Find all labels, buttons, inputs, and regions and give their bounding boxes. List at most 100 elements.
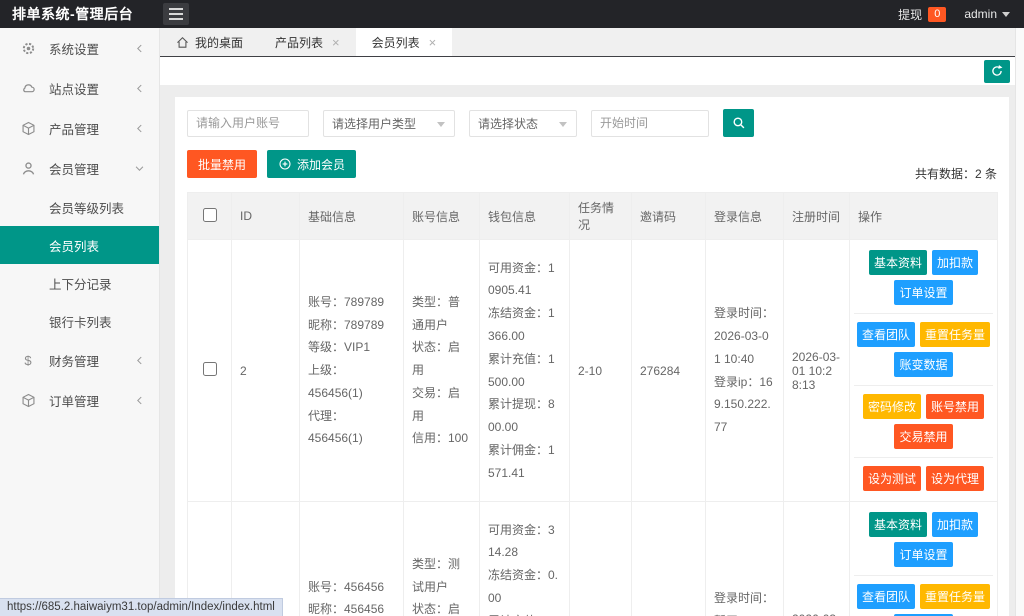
batch-disable-button[interactable]: 批量禁用: [187, 150, 257, 178]
refresh-icon: [990, 64, 1004, 78]
sidebar-item-updown-records[interactable]: 上下分记录: [0, 264, 159, 302]
tab-label: 我的桌面: [195, 34, 243, 51]
tab-label: 产品列表: [275, 34, 323, 51]
op-button[interactable]: 查看团队: [857, 322, 915, 347]
chevron-down-icon: [134, 163, 145, 174]
op-button[interactable]: 订单设置: [894, 280, 952, 305]
user-menu[interactable]: admin: [964, 7, 1010, 21]
username: admin: [964, 7, 997, 21]
sidebar-item-member-management[interactable]: 会员管理: [0, 148, 159, 188]
cube-icon: [20, 120, 36, 136]
operation-group: 设为测试设为代理: [854, 458, 993, 499]
select-all-checkbox[interactable]: [203, 208, 217, 222]
plus-circle-icon: [278, 157, 292, 171]
scrollbar-track[interactable]: [1015, 28, 1024, 616]
sidebar-item-site-settings[interactable]: 站点设置: [0, 68, 159, 108]
menu-toggle-button[interactable]: [163, 3, 189, 25]
status-select[interactable]: 请选择状态: [469, 110, 577, 137]
chevron-left-icon: [134, 43, 145, 54]
search-icon: [732, 116, 746, 130]
op-button[interactable]: 基本资料: [869, 512, 927, 537]
sidebar-item-order-management[interactable]: 订单管理: [0, 380, 159, 420]
sidebar-item-bank-card-list[interactable]: 银行卡列表: [0, 302, 159, 340]
row-checkbox[interactable]: [203, 362, 217, 376]
cloud-icon: [20, 80, 36, 96]
user-type-select[interactable]: 请选择用户类型: [323, 110, 455, 137]
sidebar-item-system-settings[interactable]: 系统设置: [0, 28, 159, 68]
op-button[interactable]: 设为测试: [863, 466, 921, 491]
op-button[interactable]: 账号禁用: [926, 394, 984, 419]
cell-register-time: 2026-03-01 10:27:35: [784, 502, 850, 616]
filter-row: 请选择用户类型 请选择状态: [187, 109, 997, 137]
cell-invite-code: 777595: [632, 502, 706, 616]
sidebar-item-label: 订单管理: [49, 391, 99, 410]
search-button[interactable]: [723, 109, 754, 137]
start-time-input[interactable]: [591, 110, 709, 137]
dollar-icon: $: [20, 352, 36, 368]
op-button[interactable]: 密码修改: [863, 394, 921, 419]
column-header: 任务情况: [570, 193, 632, 240]
cell-account-info: 类型：测试用户 状态：启用 交易：启用 信用：100: [404, 502, 480, 616]
home-icon: [176, 36, 189, 49]
table-row: 1 账号：456456 昵称：456456 等级：VIP1 上级：暂无(0) 代…: [188, 502, 998, 616]
operation-group: 基本资料加扣款订单设置: [854, 504, 993, 576]
op-button[interactable]: 基本资料: [869, 250, 927, 275]
sidebar-item-member-level-list[interactable]: 会员等级列表: [0, 188, 159, 226]
link-preview: https://685.2.haiwaiym31.top/admin/Index…: [0, 598, 283, 616]
cell-basic-info: 账号：456456 昵称：456456 等级：VIP1 上级：暂无(0) 代理：…: [300, 502, 404, 616]
column-header: 账号信息: [404, 193, 480, 240]
app-title: 排单系统-管理后台: [0, 4, 160, 24]
gear-icon: [20, 40, 36, 56]
members-table: ID 基础信息 账号信息 钱包信息 任务情况 邀请码 登录信息 注册时间 操作 …: [187, 192, 998, 616]
cell-operations: 基本资料加扣款订单设置查看团队重置任务量账变数据密码修改账号禁用交易禁用设为正式…: [850, 502, 998, 616]
withdraw-badge[interactable]: 0: [928, 7, 946, 22]
op-button[interactable]: 账变数据: [894, 352, 952, 377]
top-header: 排单系统-管理后台 提现 0 admin: [0, 0, 1024, 28]
cell-wallet-info: 可用资金：10905.41 冻结资金：1366.00 累计充值：1500.00 …: [480, 240, 570, 502]
chevron-down-icon: [559, 122, 567, 127]
op-button[interactable]: 设为代理: [926, 466, 984, 491]
cell-task-status: 2-10: [570, 240, 632, 502]
account-input[interactable]: [187, 110, 309, 137]
cell-login-info: 登录时间：2026-03-01 10:40 登录ip：169.150.222.7…: [706, 240, 784, 502]
tab-member-list[interactable]: 会员列表 ×: [356, 28, 453, 56]
op-button[interactable]: 加扣款: [932, 512, 978, 537]
close-icon[interactable]: ×: [429, 35, 437, 50]
cell-basic-info: 账号：789789 昵称：789789 等级：VIP1 上级：456456(1)…: [300, 240, 404, 502]
column-header: 基础信息: [300, 193, 404, 240]
user-icon: [20, 160, 36, 176]
toolbar: [160, 57, 1024, 85]
withdraw-link[interactable]: 提现: [898, 6, 922, 23]
add-member-button[interactable]: 添加会员: [267, 150, 356, 178]
refresh-button[interactable]: [984, 60, 1010, 83]
close-icon[interactable]: ×: [332, 35, 340, 50]
sidebar-item-finance-management[interactable]: $财务管理: [0, 340, 159, 380]
cell-wallet-info: 可用资金：314.28 冻结资金：0.00 累计充值：0.00 累计提现：0.0…: [480, 502, 570, 616]
cube-icon: [20, 392, 36, 408]
operation-group: 基本资料加扣款订单设置: [854, 242, 993, 314]
op-button[interactable]: 交易禁用: [894, 424, 952, 449]
chevron-left-icon: [134, 355, 145, 366]
table-header-row: ID 基础信息 账号信息 钱包信息 任务情况 邀请码 登录信息 注册时间 操作: [188, 193, 998, 240]
sidebar-item-member-list[interactable]: 会员列表: [0, 226, 159, 264]
tab-desktop[interactable]: 我的桌面: [160, 28, 259, 56]
op-button[interactable]: 重置任务量: [920, 584, 990, 609]
sidebar: 系统设置站点设置产品管理会员管理会员等级列表会员列表上下分记录银行卡列表$财务管…: [0, 28, 160, 616]
cell-login-info: 登录时间：暂无 登录ip：暂无: [706, 502, 784, 616]
chevron-left-icon: [134, 395, 145, 406]
op-button[interactable]: 重置任务量: [920, 322, 990, 347]
sidebar-item-product-management[interactable]: 产品管理: [0, 108, 159, 148]
cell-task-status: 0-10: [570, 502, 632, 616]
member-list-card: 请选择用户类型 请选择状态 批量禁用 添加会员 共有数据：: [175, 97, 1009, 616]
op-button[interactable]: 订单设置: [894, 542, 952, 567]
tab-product-list[interactable]: 产品列表 ×: [259, 28, 356, 56]
tab-label: 会员列表: [372, 34, 420, 51]
action-row: 批量禁用 添加会员 共有数据：2 条: [187, 150, 997, 178]
chevron-down-icon: [437, 122, 445, 127]
column-header: 注册时间: [784, 193, 850, 240]
chevron-left-icon: [134, 83, 145, 94]
op-button[interactable]: 查看团队: [857, 584, 915, 609]
cell-invite-code: 276284: [632, 240, 706, 502]
op-button[interactable]: 加扣款: [932, 250, 978, 275]
content-area: 请选择用户类型 请选择状态 批量禁用 添加会员 共有数据：: [160, 85, 1015, 616]
